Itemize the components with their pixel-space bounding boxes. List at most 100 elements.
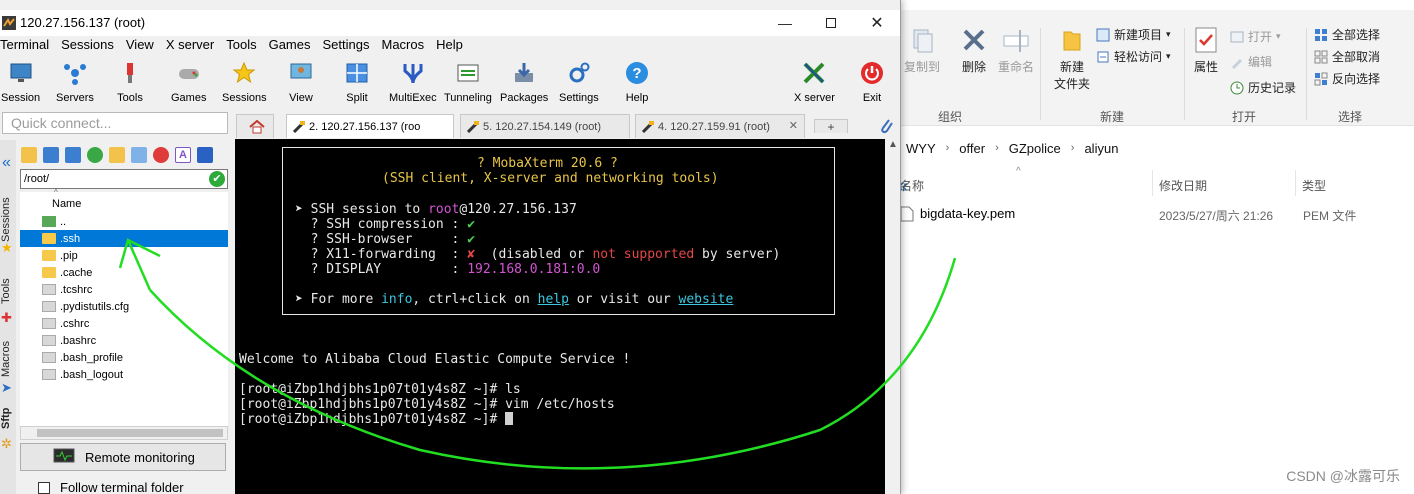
scrollbar-thumb[interactable] [37,429,223,437]
rename-a-icon[interactable]: A [175,147,191,163]
column-header-name[interactable]: 名称 [900,177,924,194]
menu-terminal[interactable]: Terminal [0,37,49,57]
quick-connect-input[interactable]: Quick connect... [2,112,228,134]
download-icon[interactable] [43,147,59,163]
banner-title: ? MobaXterm 20.6 ? [477,156,618,171]
checkbox-box[interactable] [38,481,50,494]
list-item[interactable]: .pip [20,247,228,264]
side-tab-sftp[interactable]: Sftp [0,404,16,432]
tab-session-5[interactable]: 5. 120.27.154.149 (root) [460,114,630,138]
column-header-type[interactable]: 类型 [1302,177,1326,194]
scroll-up-arrow-icon[interactable]: ▲ [888,139,898,150]
new-folder-icon[interactable] [109,147,125,163]
toolbar-tunneling-button[interactable]: Tunneling [444,60,492,104]
new-folder-button[interactable]: 新建 文件夹 [1054,26,1090,92]
help-link[interactable]: help [538,292,569,307]
follow-terminal-folder-checkbox[interactable]: Follow terminal folder [38,480,184,494]
minimize-button[interactable]: — [762,10,808,36]
title-bar[interactable]: 120.27.156.137 (root) — ✕ [0,10,900,36]
horizontal-scrollbar[interactable] [20,426,228,440]
toolbar-exit-button[interactable]: Exit [859,60,885,104]
edit-button[interactable]: 编辑 [1230,53,1272,70]
easy-access-button[interactable]: 轻松访问 ▾ [1096,48,1171,65]
open-button[interactable]: 打开 ▾ [1230,28,1281,45]
sftp-path-input[interactable]: /root/ ✔ [20,169,228,189]
folder-icon [42,267,56,278]
menu-xserver[interactable]: X server [166,37,214,57]
invert-selection-button[interactable]: 反向选择 [1314,70,1380,87]
folder-icon [42,250,56,261]
maximize-button[interactable] [808,10,854,36]
tab-session-2[interactable]: 2. 120.27.156.137 (roo [286,114,454,138]
side-tab-macros[interactable]: Macros [0,336,16,382]
banner-subtitle: (SSH client, X-server and networking too… [382,171,719,186]
copy-to-button[interactable]: 复制到 [904,26,940,75]
new-file-icon[interactable] [131,147,147,163]
list-item[interactable]: .bash_profile [20,349,228,366]
list-item[interactable]: .pydistutils.cfg [20,298,228,315]
delete-icon[interactable] [153,147,169,163]
toolbar-packages-button[interactable]: Packages [500,60,548,104]
refresh-icon[interactable] [87,147,103,163]
toolbar-settings-button[interactable]: Settings [559,60,599,104]
sftp-panel: A /root/ ✔ ^ Name .. .ssh .pip .cache .tcshr… [18,140,230,494]
breadcrumb-item-gzpolice[interactable]: GZpolice [1009,141,1061,156]
new-tab-button[interactable]: + [814,119,848,133]
list-item[interactable]: .bash_logout [20,366,228,383]
breadcrumb-item-aliyun[interactable]: aliyun [1084,141,1118,156]
toolbar-servers-button[interactable]: Servers [56,60,94,104]
checkmark-icon[interactable]: ✔ [209,171,225,187]
follow-terminal-folder-label: Follow terminal folder [60,480,184,494]
toolbar-multiexec-button[interactable]: MultiExec [389,60,437,104]
terminal-vertical-scrollbar[interactable]: ▲ [885,139,900,494]
collapse-sidebar-icon[interactable]: « [2,154,11,172]
toolbar-help-button[interactable]: ? Help [624,60,650,104]
breadcrumb[interactable]: WYY › offer › GZpolice › aliyun [900,136,1414,160]
menu-tools[interactable]: Tools [226,37,256,57]
remote-monitoring-button[interactable]: Remote monitoring [20,443,226,471]
terminal-output[interactable]: ? MobaXterm 20.6 ? (SSH client, X-server… [235,139,885,494]
properties-button[interactable]: 属性 [1192,26,1220,75]
folder-up-icon[interactable] [21,147,37,163]
website-link[interactable]: website [679,292,734,307]
select-none-button[interactable]: 全部取消 [1314,48,1380,65]
toolbar-view-button[interactable]: View [288,60,314,104]
list-item[interactable]: .bashrc [20,332,228,349]
tab-session-4[interactable]: 4. 120.27.159.91 (root) ✕ [635,114,805,138]
column-header-modified[interactable]: 修改日期 [1159,177,1207,194]
list-item[interactable]: .cshrc [20,315,228,332]
breadcrumb-item-offer[interactable]: offer [959,141,985,156]
menu-help[interactable]: Help [436,37,463,57]
toolbar-session-button[interactable]: Session [1,60,40,104]
toolbar-games-button[interactable]: Games [171,60,206,104]
menu-sessions[interactable]: Sessions [61,37,114,57]
select-all-button[interactable]: 全部选择 [1314,26,1380,43]
side-tab-tools[interactable]: Tools [0,272,16,310]
permissions-icon[interactable] [197,147,213,163]
toolbar-split-button[interactable]: Split [344,60,370,104]
list-item[interactable]: .ssh [20,230,228,247]
tab-home[interactable] [236,114,274,138]
column-header-name[interactable]: ^ Name [20,188,228,210]
delete-button[interactable]: 删除 [960,26,988,75]
toolbar-sessions-button[interactable]: Sessions [222,60,267,104]
menu-macros[interactable]: Macros [381,37,424,57]
toolbar-tools-button[interactable]: Tools [117,60,143,104]
breadcrumb-item-wyy[interactable]: WYY [906,141,936,156]
rename-button[interactable]: 重命名 [998,26,1034,75]
close-button[interactable]: ✕ [854,10,900,36]
menu-settings[interactable]: Settings [323,37,370,57]
file-name: .cache [60,266,93,279]
paperclip-icon[interactable] [878,116,894,134]
menu-games[interactable]: Games [269,37,311,57]
menu-view[interactable]: View [126,37,154,57]
new-item-button[interactable]: 新建项目 ▾ [1096,26,1171,43]
list-item[interactable]: .cache [20,264,228,281]
upload-icon[interactable] [65,147,81,163]
list-item[interactable]: .. [20,213,228,230]
toolbar-xserver-button[interactable]: X server [794,60,835,104]
check-icon: ✔ [467,232,476,247]
close-tab-icon[interactable]: ✕ [789,119,798,132]
history-button[interactable]: 历史记录 [1230,79,1296,96]
list-item[interactable]: .tcshrc [20,281,228,298]
